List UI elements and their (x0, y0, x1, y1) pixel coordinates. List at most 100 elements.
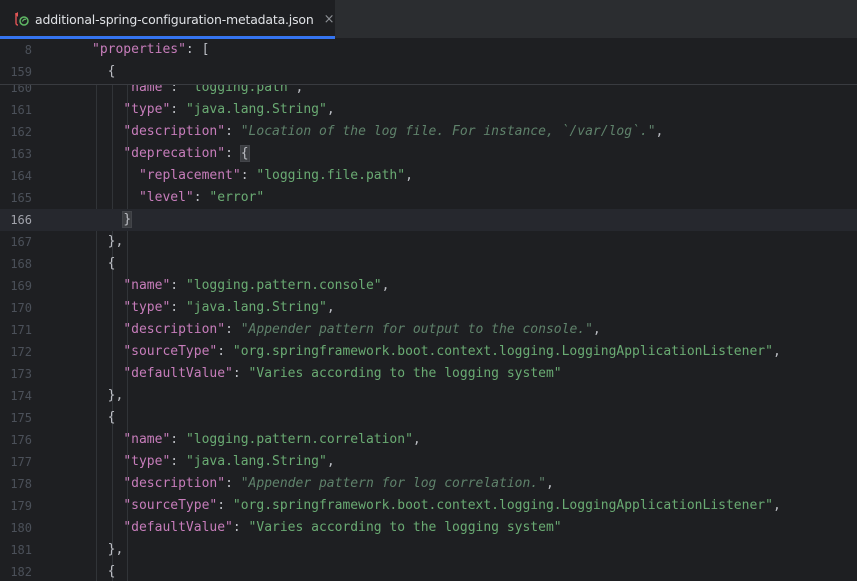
tab-metadata-json[interactable]: additional-spring-configuration-metadata… (0, 0, 335, 39)
punctuation: : (225, 322, 241, 337)
punctuation: : (193, 190, 210, 205)
line-number: 170 (10, 301, 32, 315)
punctuation: : (170, 278, 186, 293)
punctuation: { (107, 256, 116, 271)
code-line[interactable]: 165 "level": "error" (0, 187, 857, 209)
line-code: "sourceType": "org.springframework.boot.… (123, 495, 780, 517)
line-code: "description": "Appender pattern for out… (123, 319, 600, 341)
code-line[interactable]: 181}, (0, 539, 857, 561)
code-line[interactable]: 161 "type": "java.lang.String", (0, 99, 857, 121)
code-line[interactable]: 177 "type": "java.lang.String", (0, 451, 857, 473)
punctuation: , (772, 498, 781, 513)
line-code: "level": "error" (139, 187, 264, 209)
line-code: "type": "java.lang.String", (123, 297, 334, 319)
code-line[interactable]: 179 "sourceType": "org.springframework.bo… (0, 495, 857, 517)
code-line[interactable]: 166} (0, 209, 857, 231)
json-key: "defaultValue" (123, 520, 233, 535)
line-number: 177 (10, 455, 32, 469)
line-code: "description": "Appender pattern for log… (123, 473, 553, 495)
json-key: "type" (123, 300, 171, 315)
punctuation: { (107, 64, 116, 79)
punctuation: , (326, 454, 335, 469)
code-line[interactable]: 182 { (0, 561, 857, 581)
punctuation: : (217, 344, 233, 359)
json-string: "logging.file.path" (256, 168, 406, 183)
punctuation: , (326, 300, 335, 315)
json-string: "org.springframework.boot.context.loggin… (232, 344, 773, 359)
code-line[interactable]: 174}, (0, 385, 857, 407)
close-icon[interactable]: × (324, 12, 335, 27)
json-string: "java.lang.String" (185, 300, 327, 315)
line-code: "name": "logging.pattern.console", (123, 275, 389, 297)
punctuation: , (381, 278, 390, 293)
punctuation: : (170, 102, 186, 117)
json-string: "java.lang.String" (185, 454, 327, 469)
code-line[interactable]: 159 { (0, 61, 857, 83)
code-line[interactable]: 169 "name": "logging.pattern.console", (0, 275, 857, 297)
punctuation: : (170, 300, 186, 315)
line-code: { (108, 561, 116, 581)
json-key: "description" (123, 124, 226, 139)
code-editor[interactable]: 8 "properties": [159{ 160 "name": "logging… (0, 39, 857, 581)
json-key: "sourceType" (123, 344, 218, 359)
punctuation: : [ (185, 42, 210, 57)
code-line[interactable]: 178 "description": "Appender pattern for … (0, 473, 857, 495)
punctuation: : (225, 124, 241, 139)
punctuation: : (217, 498, 233, 513)
line-number: 180 (10, 521, 32, 535)
line-code: }, (108, 231, 124, 253)
line-code: "description": "Location of the log file… (123, 121, 663, 143)
json-string: "org.springframework.boot.context.loggin… (232, 498, 773, 513)
json-key: "deprecation" (123, 146, 226, 161)
sticky-scroll-header[interactable]: 8 "properties": [159 { (0, 39, 857, 85)
line-number: 176 (10, 433, 32, 447)
code-line[interactable]: 172 "sourceType": "org.springframework.bo… (0, 341, 857, 363)
punctuation: , (326, 102, 335, 117)
line-number: 179 (10, 499, 32, 513)
code-line[interactable]: 167}, (0, 231, 857, 253)
code-line[interactable]: 171 "description": "Appender pattern for … (0, 319, 857, 341)
punctuation: , (592, 322, 601, 337)
punctuation: , (772, 344, 781, 359)
editor-tab-bar: additional-spring-configuration-metadata… (0, 0, 857, 39)
line-number: 163 (10, 147, 32, 161)
code-line[interactable]: 176 "name": "logging.pattern.correlation"… (0, 429, 857, 451)
code-line[interactable]: 163 "deprecation": { (0, 143, 857, 165)
json-key: "name" (123, 278, 171, 293)
line-number: 162 (10, 125, 32, 139)
line-number: 161 (10, 103, 32, 117)
line-number: 165 (10, 191, 32, 205)
punctuation: { (107, 564, 116, 579)
code-line[interactable]: 164 "replacement": "logging.file.path", (0, 165, 857, 187)
line-number: 182 (10, 565, 32, 579)
json-key: "type" (123, 454, 171, 469)
line-code: { (108, 253, 116, 275)
code-line[interactable]: 162 "description": "Location of the log f… (0, 121, 857, 143)
line-code: "sourceType": "org.springframework.boot.… (123, 341, 780, 363)
line-code: }, (108, 539, 124, 561)
brace-match: } (122, 211, 133, 228)
json-string: "Varies according to the logging system" (248, 366, 562, 381)
punctuation: : (232, 520, 249, 535)
code-line[interactable]: 173 "defaultValue": "Varies according to … (0, 363, 857, 385)
json-description: "Appender pattern for log correlation." (240, 476, 546, 491)
json-string: "Varies according to the logging system" (248, 520, 562, 535)
json-string: "error" (209, 190, 265, 205)
brace-match: { (239, 145, 250, 162)
code-line[interactable]: 8 "properties": [ (0, 39, 857, 61)
json-spring-icon (15, 11, 29, 26)
line-number: 167 (10, 235, 32, 249)
code-line[interactable]: 180 "defaultValue": "Varies according to … (0, 517, 857, 539)
code-line[interactable]: 168 { (0, 253, 857, 275)
line-code: } (122, 209, 133, 231)
json-key: "level" (138, 190, 194, 205)
json-key: "replacement" (138, 168, 241, 183)
code-line[interactable]: 175 { (0, 407, 857, 429)
json-description: "Appender pattern for output to the cons… (240, 322, 593, 337)
line-number: 168 (10, 257, 32, 271)
code-line[interactable]: 170 "type": "java.lang.String", (0, 297, 857, 319)
punctuation: : (225, 476, 241, 491)
line-code: "properties": [ (92, 39, 209, 61)
line-number: 171 (10, 323, 32, 337)
punctuation: , (412, 432, 421, 447)
